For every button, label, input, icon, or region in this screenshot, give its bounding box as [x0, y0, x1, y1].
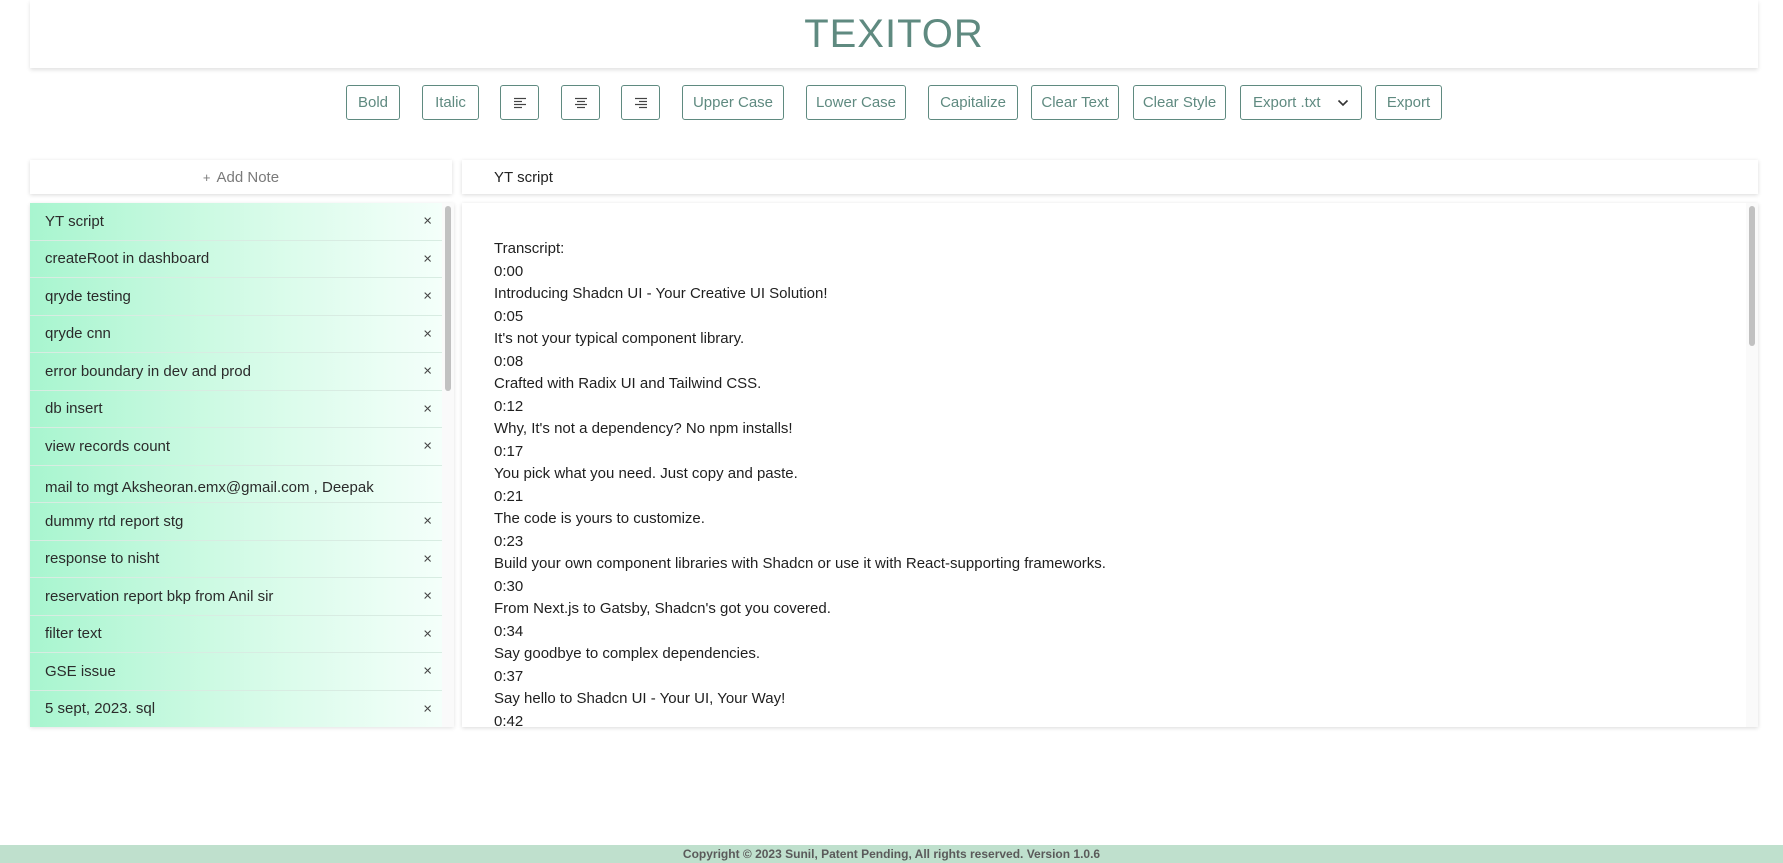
note-item[interactable]: error boundary in dev and prod ×: [30, 353, 442, 391]
note-item[interactable]: reservation report bkp from Anil sir ×: [30, 578, 442, 616]
close-icon[interactable]: ×: [423, 550, 432, 567]
close-icon[interactable]: ×: [423, 663, 432, 680]
footer-copyright: Copyright © 2023 Sunil, Patent Pending, …: [682, 847, 1101, 861]
editor-line: You pick what you need. Just copy and pa…: [494, 465, 798, 482]
note-item[interactable]: qryde testing ×: [30, 278, 442, 316]
note-item[interactable]: filter text ×: [30, 615, 442, 653]
align-right-icon: [634, 97, 647, 108]
note-title: response to nisht: [45, 550, 160, 568]
editor-line: 0:08: [494, 352, 524, 370]
editor-line: 0:23: [494, 532, 524, 550]
note-title: 5 sept, 2023. sql: [45, 700, 156, 718]
note-title: qryde cnn: [45, 325, 111, 343]
note-title: GSE issue: [45, 662, 116, 680]
plus-icon: +: [202, 169, 211, 185]
export-format-select[interactable]: Export .txt: [1240, 85, 1362, 120]
note-title: view records count: [45, 437, 171, 455]
align-left-icon: [513, 97, 526, 108]
notes-list: YT script × createRoot in dashboard × qryd…: [30, 203, 454, 727]
align-right-button[interactable]: [621, 85, 660, 120]
note-item[interactable]: dummy rtd report stg ×: [30, 503, 442, 541]
close-icon[interactable]: ×: [423, 700, 432, 717]
editor-area[interactable]: Transcript: 0:00 Introducing Shadcn UI -…: [462, 203, 1758, 727]
note-item[interactable]: createRoot in dashboard ×: [30, 240, 442, 278]
chevron-down-icon: [1337, 99, 1349, 106]
note-title: mail to mgt Aksheoran.emx@gmail.com , De…: [45, 478, 374, 496]
footer: Copyright © 2023 Sunil, Patent Pending, …: [0, 845, 1783, 863]
note-title-field[interactable]: YT script: [462, 160, 1758, 194]
close-icon[interactable]: ×: [423, 625, 432, 642]
note-item[interactable]: YT script ×: [30, 203, 442, 241]
note-item[interactable]: db insert ×: [30, 390, 442, 428]
note-item[interactable]: view records count ×: [30, 428, 442, 466]
note-title: filter text: [45, 625, 102, 643]
note-item[interactable]: 5 sept, 2023. sql ×: [30, 690, 442, 727]
editor-content[interactable]: Transcript: 0:00 Introducing Shadcn UI -…: [494, 238, 1724, 727]
export-format-value: Export .txt: [1253, 94, 1321, 111]
notes-scrollbar[interactable]: [442, 203, 454, 727]
editor-line: Say goodbye to complex dependencies.: [494, 645, 761, 662]
bold-button[interactable]: Bold: [346, 85, 400, 120]
italic-button[interactable]: Italic: [422, 85, 479, 120]
close-icon[interactable]: ×: [423, 325, 432, 342]
editor-line: 0:42: [494, 712, 524, 728]
close-icon[interactable]: ×: [423, 513, 432, 530]
toolbar: Bold Italic Upper Case Lower Case Capita…: [0, 85, 1783, 121]
editor-line: From Next.js to Gatsby, Shadcn's got you…: [494, 600, 831, 617]
editor-line: Why, It's not a dependency? No npm insta…: [494, 420, 793, 437]
align-center-icon: [574, 97, 587, 108]
editor-line: Say hello to Shadcn UI - Your UI, Your W…: [494, 690, 786, 707]
capitalize-button[interactable]: Capitalize: [928, 85, 1018, 120]
editor-line: Transcript:: [494, 240, 565, 257]
align-left-button[interactable]: [500, 85, 539, 120]
add-note-button[interactable]: + Add Note: [30, 160, 452, 194]
editor-line: Introducing Shadcn UI - Your Creative UI…: [494, 285, 828, 302]
clear-text-button[interactable]: Clear Text: [1031, 85, 1119, 120]
editor-line: 0:30: [494, 577, 524, 595]
editor-line: 0:17: [494, 442, 524, 460]
note-title: db insert: [45, 400, 103, 418]
app-header: TEXITOR: [30, 0, 1758, 68]
note-item[interactable]: response to nisht ×: [30, 540, 442, 578]
align-center-button[interactable]: [561, 85, 600, 120]
note-title: createRoot in dashboard: [45, 250, 210, 268]
add-note-label: Add Note: [216, 168, 280, 186]
close-icon[interactable]: ×: [423, 213, 432, 230]
notes-scrollbar-thumb[interactable]: [445, 206, 451, 391]
editor-line: The code is yours to customize.: [494, 510, 705, 527]
lower-case-button[interactable]: Lower Case: [806, 85, 906, 120]
export-button[interactable]: Export: [1375, 85, 1442, 120]
note-item[interactable]: qryde cnn ×: [30, 315, 442, 353]
app-title: TEXITOR: [804, 11, 984, 56]
note-title: YT script: [45, 212, 104, 230]
note-title: error boundary in dev and prod: [45, 362, 251, 380]
editor-line: 0:05: [494, 307, 524, 325]
editor-line: Build your own component libraries with …: [494, 555, 1106, 572]
note-item[interactable]: GSE issue ×: [30, 653, 442, 691]
note-title: reservation report bkp from Anil sir: [45, 587, 274, 605]
editor-line: Crafted with Radix UI and Tailwind CSS.: [494, 375, 762, 392]
note-title: qryde testing: [45, 287, 131, 305]
note-item[interactable]: mail to mgt Aksheoran.emx@gmail.com , De…: [30, 465, 442, 503]
editor-line: 0:00: [494, 262, 524, 280]
close-icon[interactable]: ×: [423, 250, 432, 267]
editor-line: 0:34: [494, 622, 524, 640]
editor-line: 0:37: [494, 667, 524, 685]
upper-case-button[interactable]: Upper Case: [682, 85, 784, 120]
editor-line: 0:21: [494, 487, 524, 505]
note-title: dummy rtd report stg: [45, 512, 184, 530]
clear-style-button[interactable]: Clear Style: [1133, 85, 1226, 120]
close-icon[interactable]: ×: [423, 438, 432, 455]
editor-line: 0:12: [494, 397, 524, 415]
close-icon[interactable]: ×: [423, 400, 432, 417]
editor-scrollbar-thumb[interactable]: [1749, 206, 1755, 346]
close-icon[interactable]: ×: [423, 588, 432, 605]
close-icon[interactable]: ×: [423, 288, 432, 305]
close-icon[interactable]: ×: [423, 363, 432, 380]
editor-line: It's not your typical component library.: [494, 330, 745, 347]
editor-scrollbar[interactable]: [1746, 203, 1758, 727]
